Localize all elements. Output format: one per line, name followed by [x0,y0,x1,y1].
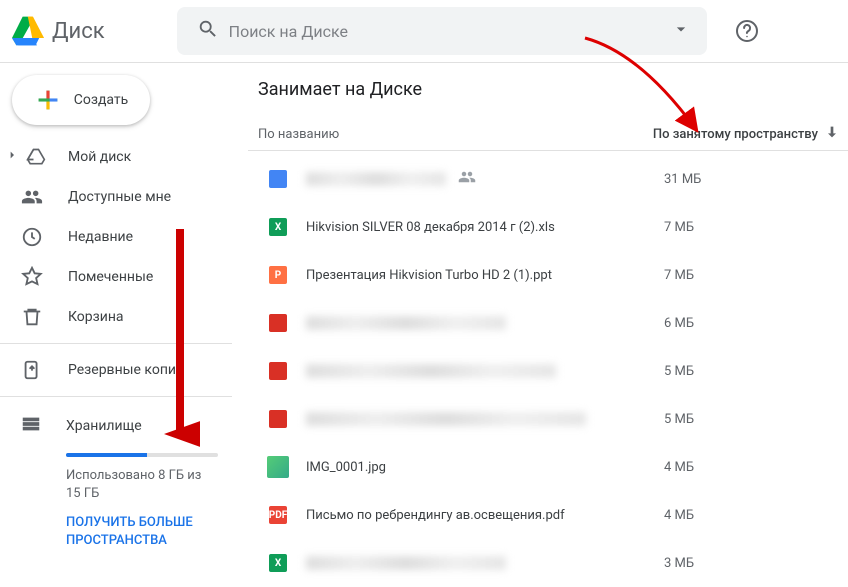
file-size: 5 МБ [648,412,848,427]
plus-icon [34,86,62,114]
col-size-header[interactable]: По занятому пространству [653,124,848,144]
col-size-label: По занятому пространству [653,127,818,142]
file-row[interactable]: 6 МБ [248,299,848,347]
divider [0,343,232,344]
file-row[interactable]: IMG_0001.jpg4 МБ [248,443,848,491]
file-type-icon: X [266,551,290,575]
file-type-icon: X [266,215,290,239]
file-size: 5 МБ [648,364,848,379]
people-icon [20,186,44,208]
file-row[interactable]: 31 МБ [248,155,848,203]
page-title: Занимает на Диске [248,63,848,118]
nav-storage[interactable]: Хранилище [0,403,232,449]
file-row[interactable]: 5 МБ [248,347,848,395]
shared-icon [458,168,476,190]
clock-icon [20,226,44,248]
nav-shared[interactable]: Доступные мне [0,177,232,217]
drive-logo[interactable]: Диск [12,15,105,47]
file-name: Hikvision SILVER 08 декабря 2014 г (2).x… [290,220,648,235]
nav-label: Помеченные [68,269,153,285]
file-type-icon [266,455,290,479]
file-type-icon [266,311,290,335]
file-size: 6 МБ [648,316,848,331]
brand-name: Диск [52,19,105,44]
file-size: 7 МБ [648,268,848,283]
nav-label: Мой диск [68,149,131,165]
nav-label: Корзина [68,309,124,325]
search-icon[interactable] [187,18,229,44]
file-type-icon [266,359,290,383]
sort-arrow-down-icon [824,124,840,144]
sidebar: Создать Мой диск Доступные мне Недавние … [0,63,232,550]
nav-label: Доступные мне [68,189,171,205]
storage-bar-fill [66,453,147,457]
file-row[interactable]: XHikvision SILVER 08 декабря 2014 г (2).… [248,203,848,251]
top-bar: Диск [0,0,848,62]
chevron-right-icon [4,147,24,167]
file-name [290,364,648,378]
create-label: Создать [74,92,129,108]
file-size: 4 МБ [648,508,848,523]
storage-bar [66,453,218,457]
nav-recent[interactable]: Недавние [0,217,232,257]
nav: Мой диск Доступные мне Недавние Помеченн… [0,137,232,550]
file-list: 31 МБXHikvision SILVER 08 декабря 2014 г… [248,151,848,587]
file-type-icon [266,407,290,431]
file-row[interactable]: PDFПисьмо по ребрендингу ав.освещения.pd… [248,491,848,539]
nav-trash[interactable]: Корзина [0,297,232,337]
search-bar[interactable] [177,7,707,55]
help-icon[interactable] [735,19,759,43]
file-row[interactable]: X3 МБ [248,539,848,587]
divider [0,396,232,397]
drive-logo-icon [12,15,44,47]
trash-icon [20,306,44,328]
search-options-icon[interactable] [665,19,697,43]
file-name [290,168,648,190]
file-name: Письмо по ребрендингу ав.освещения.pdf [290,508,648,523]
nav-label: Недавние [68,229,133,245]
file-name [290,556,648,570]
storage-used-text: Использовано 8 ГБ из 15 ГБ [66,467,218,502]
storage-info: Использовано 8 ГБ из 15 ГБ ПОЛУЧИТЬ БОЛЬ… [0,453,232,550]
file-size: 31 МБ [648,172,848,187]
file-type-icon: PDF [266,503,290,527]
main-panel: Занимает на Диске По названию По занятом… [248,63,848,587]
file-size: 7 МБ [648,220,848,235]
buy-storage-link[interactable]: ПОЛУЧИТЬ БОЛЬШЕ ПРОСТРАНСТВА [66,514,218,550]
nav-backups[interactable]: Резервные копии [0,350,232,390]
nav-label: Резервные копии [68,362,184,378]
file-name [290,412,648,426]
drive-icon [24,147,48,167]
file-row[interactable]: PПрезентация Hikvision Turbo HD 2 (1).pp… [248,251,848,299]
search-input[interactable] [229,22,665,41]
file-type-icon [266,167,290,191]
file-type-icon: P [266,263,290,287]
file-size: 4 МБ [648,460,848,475]
file-name [290,316,648,330]
file-row[interactable]: 5 МБ [248,395,848,443]
star-icon [20,266,44,288]
nav-label: Хранилище [66,418,142,434]
col-name-header[interactable]: По названию [248,127,653,142]
nav-my-drive[interactable]: Мой диск [0,137,232,177]
nav-starred[interactable]: Помеченные [0,257,232,297]
file-name: IMG_0001.jpg [290,460,648,475]
storage-icon [20,413,42,439]
column-headers: По названию По занятому пространству [248,118,848,150]
backup-icon [20,359,44,381]
file-name: Презентация Hikvision Turbo HD 2 (1).ppt [290,268,648,283]
create-button[interactable]: Создать [12,75,150,125]
